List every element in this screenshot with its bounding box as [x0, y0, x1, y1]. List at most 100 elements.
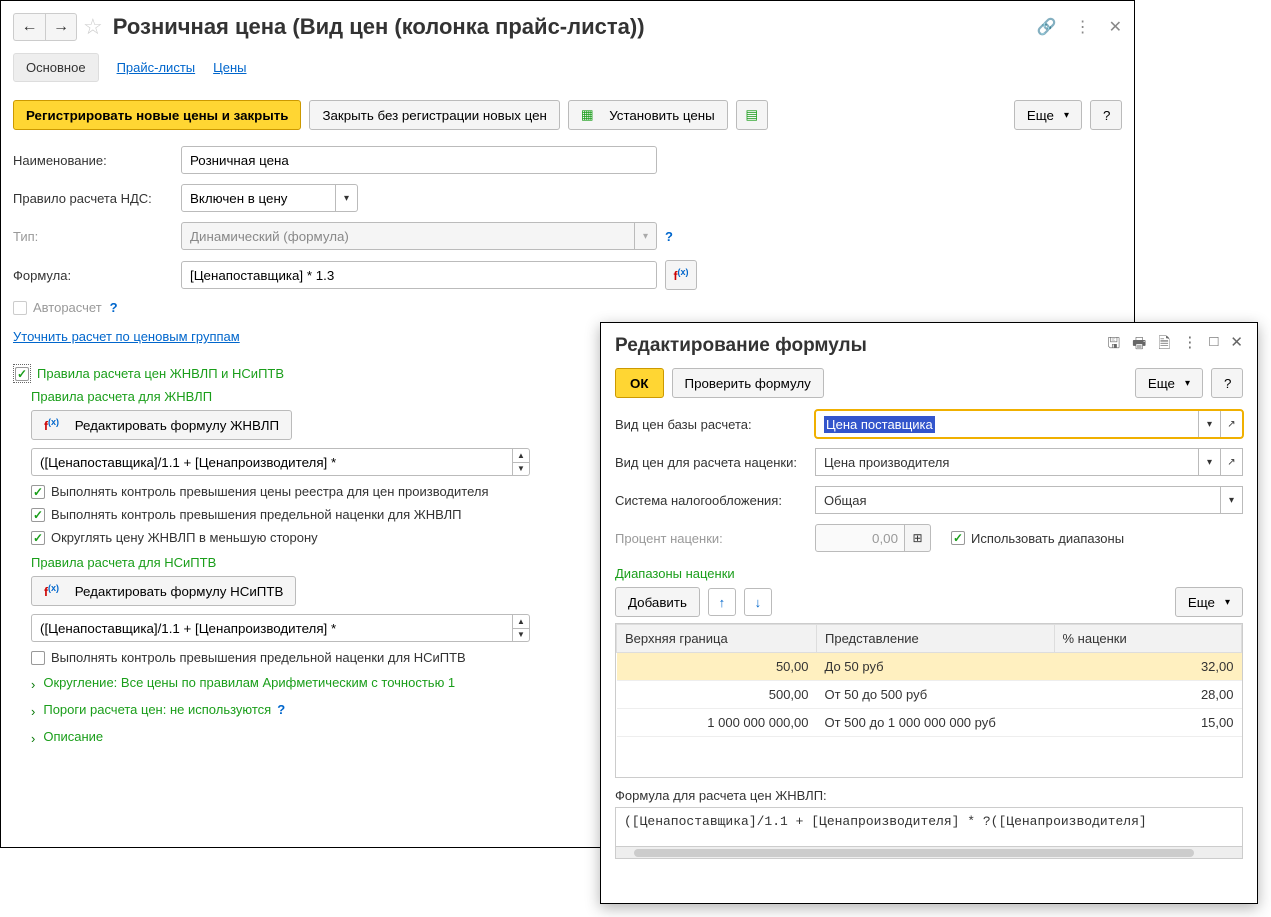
description-label: Описание	[43, 729, 103, 744]
col-pct: % наценки	[1054, 625, 1242, 653]
base-price-open[interactable]: ↗	[1221, 410, 1243, 438]
move-up-button[interactable]: ↑	[708, 588, 736, 616]
grid-icon-button[interactable]: ▤	[736, 100, 768, 130]
edit-nsiptv-label: Редактировать формулу НСиПТВ	[75, 584, 284, 599]
type-input	[181, 222, 635, 250]
refine-groups-link[interactable]: Уточнить расчет по ценовым группам	[13, 329, 240, 344]
dialog-more-label: Еще	[1148, 376, 1175, 391]
chk-markup-control-zhnvlp[interactable]	[31, 508, 45, 522]
nsiptv-formula-input[interactable]	[31, 614, 512, 642]
table-more-button[interactable]: Еще▾	[1175, 587, 1243, 617]
base-price-label: Вид цен базы расчета:	[615, 417, 815, 432]
maximize-icon[interactable]: □	[1209, 333, 1218, 358]
save-icon[interactable]: 🖫	[1107, 333, 1120, 358]
nsiptv-spinner-down[interactable]: ▼	[512, 629, 530, 643]
preview-icon[interactable]: 🗎	[1158, 333, 1170, 358]
table-row[interactable]: 500,00 От 50 до 500 руб 28,00	[617, 681, 1242, 709]
set-prices-label: Установить цены	[609, 108, 715, 123]
favorite-star-icon[interactable]: ☆	[83, 14, 103, 40]
base-price-value: Цена поставщика	[824, 416, 935, 433]
table-row[interactable]: 1 000 000 000,00 От 500 до 1 000 000 000…	[617, 709, 1242, 737]
base-price-select[interactable]: Цена поставщика	[815, 410, 1199, 438]
type-label: Тип:	[13, 229, 181, 244]
tab-prices[interactable]: Цены	[213, 54, 246, 81]
tab-pricelists[interactable]: Прайс-листы	[117, 54, 196, 81]
dialog-kebab-icon[interactable]: ⋮	[1182, 333, 1197, 358]
chk-round-down-label: Округлять цену ЖНВЛП в меньшую сторону	[51, 530, 318, 545]
zhnvlp-formula-result-label: Формула для расчета цен ЖНВЛП:	[615, 788, 1243, 803]
col-repr: Представление	[817, 625, 1055, 653]
close-window-icon[interactable]: ✕	[1109, 17, 1122, 37]
base-price-dropdown[interactable]: ▾	[1199, 410, 1221, 438]
dialog-help-button[interactable]: ?	[1211, 368, 1243, 398]
chk-registry-control[interactable]	[31, 485, 45, 499]
formula-editor-dialog: Редактирование формулы 🖫 🖶 🗎 ⋮ □ ✕ ОК Пр…	[600, 322, 1258, 904]
link-icon[interactable]: 🔗	[1037, 17, 1057, 37]
ranges-table[interactable]: Верхняя граница Представление % наценки …	[615, 623, 1243, 778]
register-button[interactable]: Регистрировать новые цены и закрыть	[13, 100, 301, 130]
markup-type-value: Цена производителя	[824, 455, 949, 470]
ok-button[interactable]: ОК	[615, 368, 664, 398]
dialog-more-button[interactable]: Еще▾	[1135, 368, 1203, 398]
set-prices-button[interactable]: ▦ Установить цены	[568, 100, 728, 130]
cell-upper: 50,00	[617, 653, 817, 681]
cell-pct: 32,00	[1054, 653, 1242, 681]
type-dropdown: ▾	[635, 222, 657, 250]
add-row-button[interactable]: Добавить	[615, 587, 700, 617]
cell-upper: 500,00	[617, 681, 817, 709]
vat-label: Правило расчета НДС:	[13, 191, 181, 206]
markup-type-select[interactable]: Цена производителя	[815, 448, 1199, 476]
chk-markup-control-nsiptv[interactable]	[31, 651, 45, 665]
tab-main[interactable]: Основное	[13, 53, 99, 82]
use-ranges-checkbox[interactable]	[951, 531, 965, 545]
use-ranges-label: Использовать диапазоны	[971, 531, 1124, 546]
type-hint-icon[interactable]: ?	[665, 229, 673, 244]
thresholds-label: Пороги расчета цен: не используются	[43, 702, 271, 717]
formula-input[interactable]	[181, 261, 657, 289]
close-noreg-button[interactable]: Закрыть без регистрации новых цен	[309, 100, 559, 130]
fx-icon	[674, 267, 689, 283]
nsiptv-spinner-up[interactable]: ▲	[512, 614, 530, 629]
markup-type-label: Вид цен для расчета наценки:	[615, 455, 815, 470]
markup-type-dropdown[interactable]: ▾	[1199, 448, 1221, 476]
help-button[interactable]: ?	[1090, 100, 1122, 130]
chk-round-down[interactable]	[31, 531, 45, 545]
autocalc-hint-icon[interactable]: ?	[110, 300, 118, 315]
zhnvlp-spinner-down[interactable]: ▼	[512, 463, 530, 477]
more-label: Еще	[1027, 108, 1054, 123]
print-icon[interactable]: 🖶	[1132, 333, 1146, 358]
horizontal-scrollbar[interactable]	[615, 847, 1243, 859]
markup-type-open[interactable]: ↗	[1221, 448, 1243, 476]
autocalc-label: Авторасчет	[33, 300, 102, 315]
thresholds-hint-icon[interactable]: ?	[277, 702, 285, 717]
rounding-label: Округление: Все цены по правилам Арифмет…	[43, 675, 455, 690]
cell-repr: От 50 до 500 руб	[817, 681, 1055, 709]
formula-label: Формула:	[13, 268, 181, 283]
fx-icon	[44, 417, 59, 433]
nav-forward-button[interactable]: →	[45, 13, 77, 41]
tax-system-dropdown[interactable]: ▾	[1221, 486, 1243, 514]
nav-back-button[interactable]: ←	[13, 13, 45, 41]
vital-section-checkbox[interactable]	[13, 364, 31, 383]
zhnvlp-spinner-up[interactable]: ▲	[512, 448, 530, 463]
more-button[interactable]: Еще▾	[1014, 100, 1082, 130]
check-formula-button[interactable]: Проверить формулу	[672, 368, 824, 398]
vat-input[interactable]	[181, 184, 336, 212]
table-row[interactable]: 50,00 До 50 руб 32,00	[617, 653, 1242, 681]
vat-dropdown[interactable]: ▾	[336, 184, 358, 212]
tax-system-select[interactable]: Общая	[815, 486, 1221, 514]
zhnvlp-formula-input[interactable]	[31, 448, 512, 476]
edit-zhnvlp-formula-button[interactable]: Редактировать формулу ЖНВЛП	[31, 410, 292, 440]
cell-repr: От 500 до 1 000 000 000 руб	[817, 709, 1055, 737]
edit-zhnvlp-label: Редактировать формулу ЖНВЛП	[75, 418, 279, 433]
dialog-close-icon[interactable]: ✕	[1230, 333, 1243, 358]
move-down-button[interactable]: ↓	[744, 588, 772, 616]
markup-percent-input	[815, 524, 905, 552]
formula-fx-button[interactable]	[665, 260, 697, 290]
name-input[interactable]	[181, 146, 657, 174]
nsiptv-heading: Правила расчета для НСиПТВ	[31, 555, 216, 570]
edit-nsiptv-formula-button[interactable]: Редактировать формулу НСиПТВ	[31, 576, 296, 606]
cell-repr: До 50 руб	[817, 653, 1055, 681]
kebab-menu-icon[interactable]: ⋮	[1075, 17, 1091, 37]
zhnvlp-formula-display: ([Ценапоставщика]/1.1 + [Ценапроизводите…	[615, 807, 1243, 847]
